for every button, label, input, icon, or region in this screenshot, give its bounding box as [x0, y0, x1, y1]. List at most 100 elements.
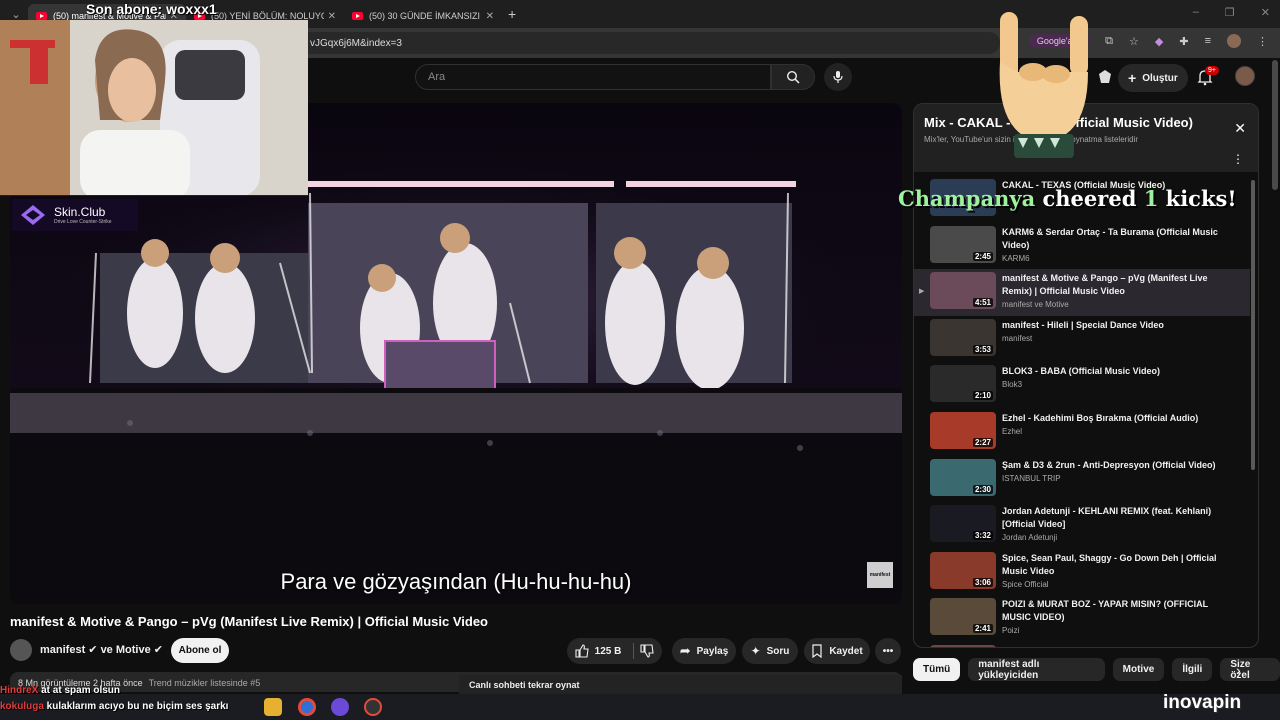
playlist-menu-icon[interactable]: ⋮	[1232, 152, 1244, 166]
cheer-text: cheered	[1035, 186, 1144, 211]
account-avatar[interactable]	[1235, 66, 1255, 86]
replay-chat-button[interactable]: Canlı sohbeti tekrar oynat	[459, 675, 902, 695]
filter-chip[interactable]: İlgili	[1172, 658, 1213, 681]
video-thumbnail[interactable]: 2:30	[930, 458, 996, 496]
trend-badge[interactable]: Trend müzikler listesinde #5	[149, 678, 261, 688]
sponsor-tagline: Drive Love Counter-Strike	[54, 219, 112, 225]
filter-chip[interactable]: Tümü	[913, 658, 961, 681]
obs-icon[interactable]	[364, 698, 382, 716]
playlist-item-title: BLOK3 - BABA (Official Music Video)	[1002, 366, 1161, 377]
duration-badge: 2:10	[972, 391, 993, 401]
playlist-item-channel: Spice Official	[1002, 579, 1049, 589]
close-icon[interactable]: ✕	[1234, 120, 1246, 137]
playlist-scrollbar[interactable]	[1251, 180, 1255, 470]
playlist-item[interactable]: 3:06 Spice, Sean Paul, Shaggy - Go Down D…	[914, 549, 1250, 596]
extension-icon[interactable]: ◆	[1155, 35, 1163, 48]
file-explorer-icon[interactable]	[264, 698, 282, 716]
skinclub-logo-icon	[21, 205, 45, 225]
playlist-item[interactable]: Ezhel - Bana Ne Bu Sevdalardan (Live Ses…	[914, 642, 1250, 647]
more-actions-button[interactable]: •••	[875, 638, 901, 664]
streamer-webcam	[0, 20, 308, 196]
playlist-item[interactable]: 3:53 manifest - Hileli | Special Dance Vi…	[914, 316, 1250, 363]
last-subscriber-label: Son abone: woxxx1	[86, 1, 217, 17]
chevron-right-icon[interactable]: ›	[1236, 662, 1241, 678]
chat-username: HindreX	[0, 685, 39, 696]
video-thumbnail[interactable]: 2:41	[930, 598, 996, 636]
url-field[interactable]: vJGqx6j6M&index=3	[300, 32, 1000, 54]
chat-message: HindreX at at spam olsun	[0, 685, 120, 696]
recommendation-chips: Tümü manifest adlı yükleyiciden Motive İlgi…	[913, 658, 1280, 681]
share-button[interactable]: ➦ Paylaş	[672, 638, 736, 664]
browser-tab[interactable]: (50) 30 GÜNDE İMKANSIZI BAŞ ✕	[344, 4, 502, 28]
playlist-item[interactable]: 2:27 Ezhel - Kadehimi Boş Bırakma (Offici…	[914, 409, 1250, 456]
browser-menu-icon[interactable]: ⋮	[1257, 35, 1268, 48]
playlist-item-channel: Jordan Adetunji	[1002, 533, 1058, 543]
restore-icon[interactable]: ❐	[1225, 6, 1235, 19]
playlist-item[interactable]: 3:32 Jordan Adetunji - KEHLANI REMIX (fea…	[914, 502, 1250, 549]
save-button[interactable]: Kaydet	[804, 638, 870, 664]
duration-badge: 4:51	[972, 298, 993, 308]
channel-watermark[interactable]: manifest	[867, 562, 893, 588]
playlist-item[interactable]: 2:30 Şam & D3 & 2run - Anti-Depresyon (Of…	[914, 456, 1250, 503]
search-icon	[786, 70, 800, 84]
voice-search-button[interactable]	[824, 63, 852, 91]
playlist-item[interactable]: 2:41 POIZI & MURAT BOZ - YAPAR MISIN? (OF…	[914, 595, 1250, 642]
playlist-item-channel: Poizi	[1002, 626, 1020, 636]
ask-label: Soru	[766, 645, 790, 657]
filter-chip[interactable]: manifest adlı yükleyiciden	[968, 658, 1105, 681]
video-thumbnail[interactable]: 4:51	[930, 272, 996, 310]
playlist-item-title: manifest & Motive & Pango – pVg (Manifes…	[1002, 273, 1208, 297]
extensions-puzzle-icon[interactable]: ✚	[1179, 35, 1188, 48]
playlist-item-title: Ezhel - Bana Ne Bu Sevdalardan (Live Ses…	[1002, 645, 1232, 647]
playlist-item-channel: Ezhel	[1002, 426, 1023, 436]
search-button[interactable]	[771, 64, 815, 90]
playlist-item[interactable]: 2:10 BLOK3 - BABA (Official Music Video) B…	[914, 362, 1250, 409]
playlist-item[interactable]: ▶ 4:51 manifest & Motive & Pango – pVg (Ma…	[914, 269, 1250, 316]
video-title: manifest & Motive & Pango – pVg (Manifes…	[10, 614, 488, 629]
subscribe-button[interactable]: Abone ol	[171, 638, 229, 663]
like-button[interactable]: 125 B	[567, 638, 662, 664]
create-label: Oluştur	[1142, 72, 1178, 84]
new-tab-button[interactable]: +	[508, 6, 516, 22]
sponsor-name: Skin.Club	[54, 205, 106, 219]
thumbs-down-icon[interactable]	[640, 644, 654, 658]
video-thumbnail[interactable]: 3:32	[930, 505, 996, 543]
close-window-icon[interactable]: ✕	[1261, 6, 1270, 19]
channel-avatar[interactable]	[10, 639, 32, 661]
page-scrollbar[interactable]	[1272, 60, 1278, 190]
brand-watermark: inovapin	[1163, 692, 1242, 713]
video-thumbnail[interactable]: 3:53	[930, 318, 996, 356]
mix-playlist-panel: Mix - CAKAL - TEXAS (Official Music Vide…	[913, 103, 1259, 648]
discord-icon[interactable]	[331, 698, 349, 716]
video-thumbnail[interactable]: 2:45	[930, 225, 996, 263]
search-input[interactable]: Ara	[415, 64, 771, 90]
tab-close-icon[interactable]: ✕	[486, 11, 494, 22]
install-icon[interactable]: ⧉	[1105, 35, 1113, 48]
tab-title: (50) 30 GÜNDE İMKANSIZI BAŞ	[369, 11, 482, 21]
chat-username: kokuluga	[0, 701, 44, 712]
plus-icon: +	[1128, 70, 1137, 86]
media-controls-icon[interactable]: ≡	[1205, 35, 1211, 47]
chrome-icon[interactable]	[298, 698, 316, 716]
filter-chip[interactable]: Motive	[1112, 658, 1165, 681]
video-thumbnail[interactable]: 2:10	[930, 365, 996, 403]
profile-avatar[interactable]	[1227, 34, 1241, 48]
filter-chip[interactable]: Size özel	[1220, 658, 1280, 681]
cheer-suffix: kicks!	[1158, 186, 1237, 211]
ask-button[interactable]: ✦ Soru	[742, 638, 798, 664]
tab-close-icon[interactable]: ✕	[328, 11, 336, 22]
cheer-username: Champanya	[898, 186, 1036, 211]
create-button[interactable]: + Oluştur	[1118, 64, 1188, 92]
video-thumbnail[interactable]	[930, 644, 996, 647]
duration-badge: 2:41	[972, 624, 993, 634]
webcam-image	[0, 20, 308, 195]
playlist-item[interactable]: 2:45 KARM6 & Serdar Ortaç - Ta Burama (Of…	[914, 223, 1250, 270]
channel-name[interactable]: manifest ✔ ve Motive ✔	[40, 643, 163, 656]
video-thumbnail[interactable]: 2:27	[930, 411, 996, 449]
microphone-icon	[833, 71, 843, 83]
playlist-item-channel: KARM6	[1002, 253, 1030, 263]
playlist-items: CAKAL - TEXAS (Official Music Video) 2:45…	[914, 176, 1250, 647]
video-thumbnail[interactable]: 3:06	[930, 551, 996, 589]
bookmark-star-icon[interactable]: ☆	[1129, 35, 1139, 48]
minimize-icon[interactable]: –	[1193, 6, 1199, 19]
